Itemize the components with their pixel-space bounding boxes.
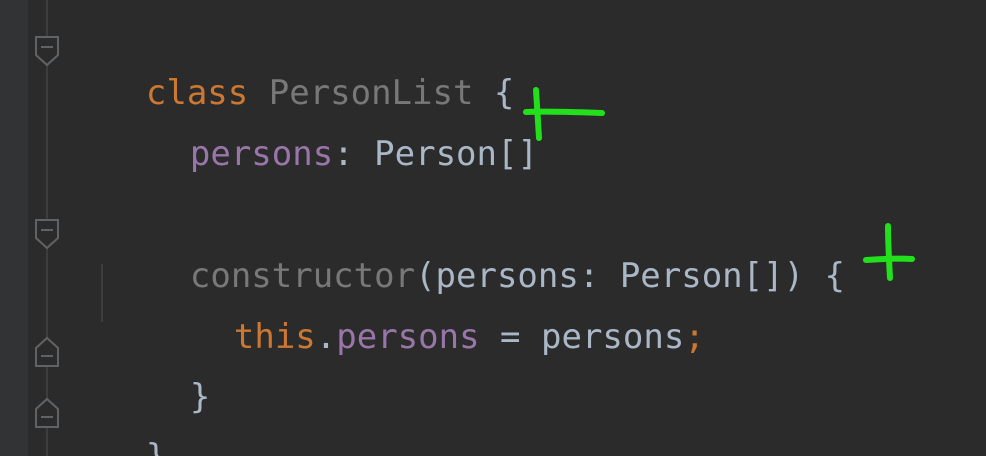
member-field: persons (336, 317, 480, 357)
field-name: persons (189, 134, 334, 174)
fold-end-icon[interactable] (34, 336, 60, 367)
type-colon: : (333, 134, 354, 174)
fold-end-icon[interactable] (34, 397, 60, 428)
pen-mark-arrow (523, 87, 605, 141)
code-line-assignment[interactable]: this.persons = persons; (152, 271, 705, 357)
code-line-class-close[interactable]: } (64, 391, 166, 456)
code-line-ctor-close[interactable]: } (108, 331, 210, 417)
ctor-open-brace: { (824, 256, 846, 296)
member-dot: . (315, 317, 337, 357)
code-line-constructor[interactable]: constructor(persons: Person[]) { (108, 210, 845, 296)
close-paren: ) (783, 256, 805, 296)
field-type: Person[] (374, 134, 538, 174)
indent-guide (101, 264, 103, 322)
fold-collapse-icon[interactable] (34, 35, 60, 67)
assign-operator: = (500, 317, 521, 357)
ctor-close-brace: } (189, 377, 211, 417)
semicolon: ; (684, 317, 705, 357)
fold-collapse-icon[interactable] (34, 218, 60, 250)
code-line-field-declaration[interactable]: persons: Person[] (108, 88, 538, 174)
pen-mark-plus (863, 223, 915, 281)
code-line-class-declaration[interactable]: class PersonList { (64, 27, 515, 113)
keyword-this: this (233, 317, 316, 357)
code-editor[interactable]: class PersonList { persons: Person[] con… (0, 0, 986, 456)
assign-value: persons (541, 317, 685, 357)
editor-gutter (0, 0, 28, 456)
class-close-brace: } (146, 437, 166, 456)
